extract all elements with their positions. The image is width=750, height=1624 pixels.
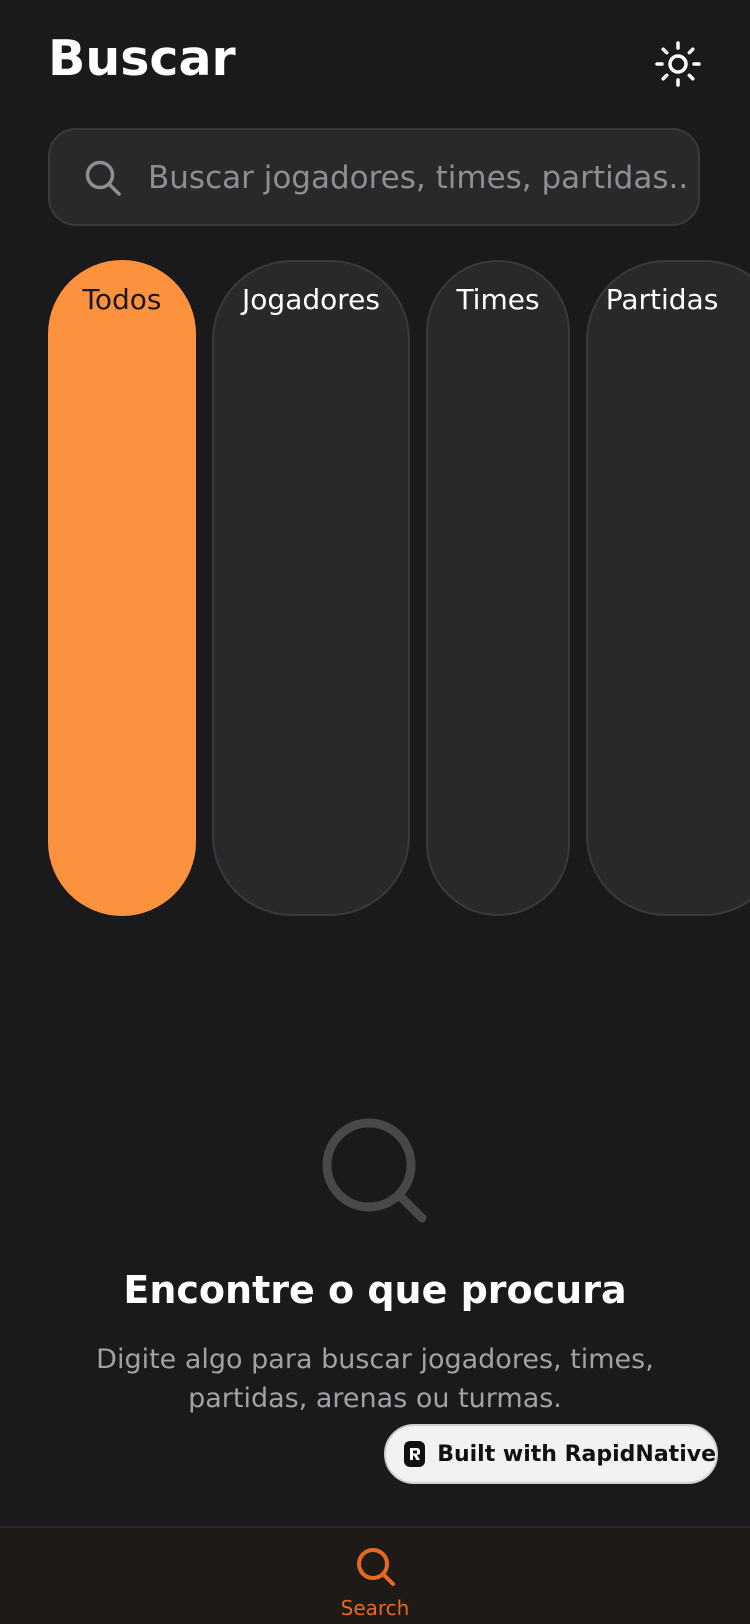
sun-icon [655, 41, 701, 87]
empty-state-title: Encontre o que procura [123, 1268, 627, 1312]
tab-label: Search [340, 1596, 410, 1620]
search-input[interactable] [148, 150, 688, 206]
badge-label: Built with RapidNative [437, 1441, 716, 1467]
search-screen: Buscar Todos Jogadores Tim [0, 0, 750, 1624]
built-with-badge[interactable]: Built with RapidNative [384, 1424, 718, 1484]
theme-toggle-button[interactable] [650, 36, 706, 92]
filter-chip-times[interactable]: Times [426, 260, 570, 916]
page-title: Buscar [48, 30, 236, 87]
filter-chip-label: Todos [82, 283, 162, 316]
filter-chip-todos[interactable]: Todos [48, 260, 196, 916]
search-icon [357, 1548, 395, 1586]
filter-chip-label: Times [456, 283, 540, 316]
empty-state-subtitle: Digite algo para buscar jogadores, times… [96, 1344, 654, 1414]
rapidnative-logo-icon [404, 1441, 426, 1467]
filter-chip-jogadores[interactable]: Jogadores [212, 260, 410, 916]
search-icon [322, 1118, 427, 1223]
tab-search[interactable]: Search [300, 1528, 450, 1624]
filter-chip-partidas[interactable]: Partidas [586, 260, 750, 916]
bottom-tab-bar: Search [0, 1526, 750, 1624]
filter-chip-label: Partidas [605, 283, 719, 316]
filter-chip-label: Jogadores [242, 283, 380, 316]
search-icon [85, 160, 121, 196]
search-bar[interactable] [48, 128, 700, 226]
